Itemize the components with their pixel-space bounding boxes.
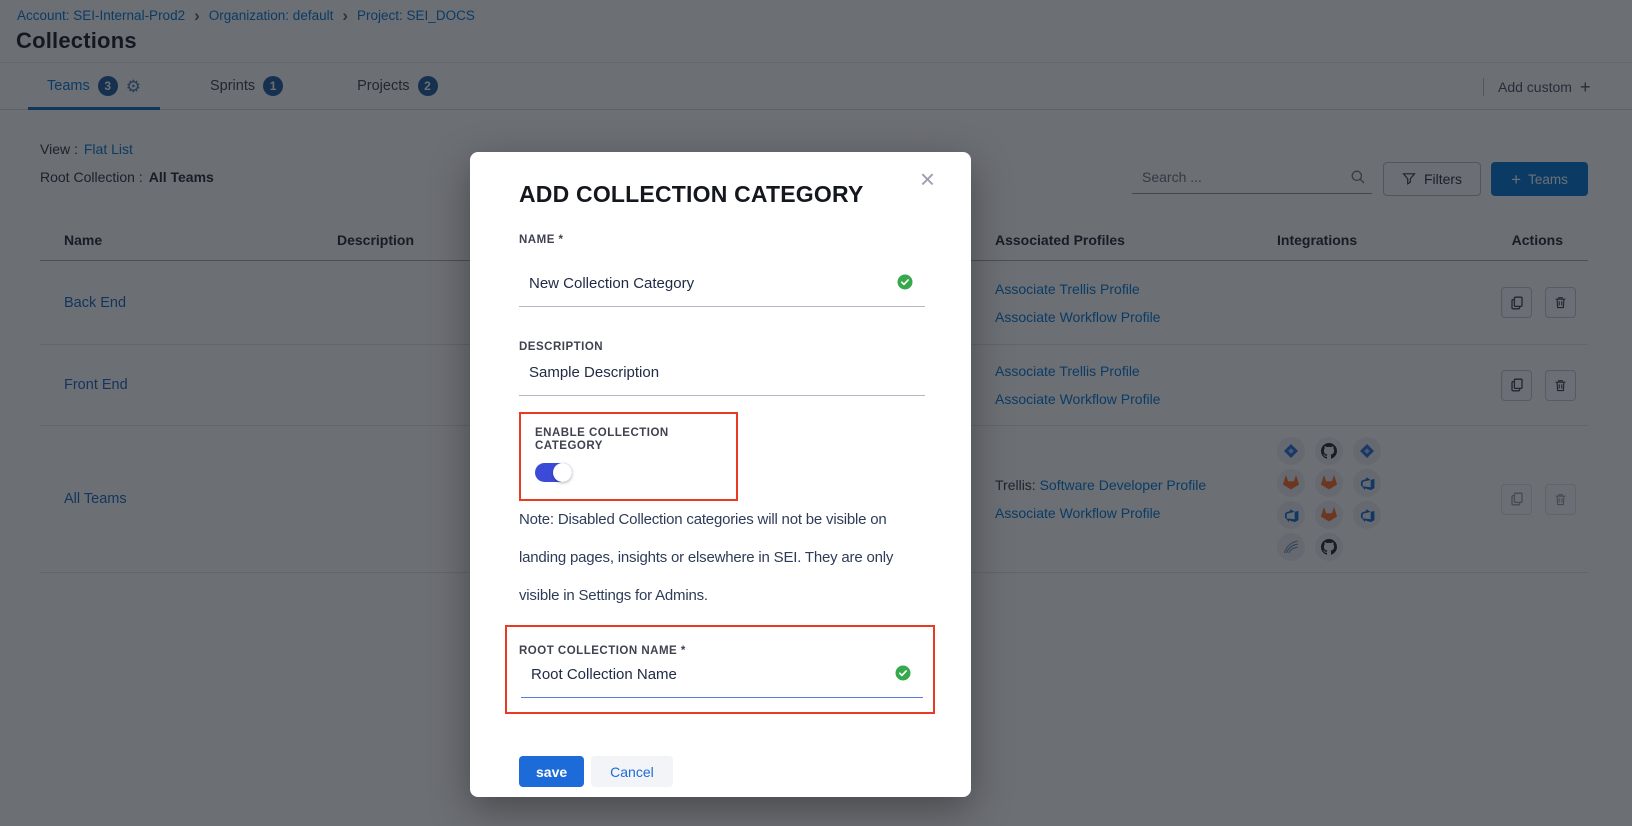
description-input[interactable] [519, 362, 925, 382]
name-input-row [519, 273, 925, 307]
root-collection-input[interactable] [521, 664, 923, 684]
modal-buttons: save Cancel [519, 756, 925, 787]
enable-category-label: ENABLE COLLECTION CATEGORY [535, 427, 722, 453]
cancel-button[interactable]: Cancel [591, 756, 673, 787]
valid-check-icon [895, 665, 911, 681]
root-collection-field-label: ROOT COLLECTION NAME * [519, 645, 923, 658]
enable-category-highlight-box: ENABLE COLLECTION CATEGORY [519, 412, 738, 501]
root-collection-highlight-box: ROOT COLLECTION NAME * [505, 625, 935, 714]
root-collection-input-row [521, 664, 923, 698]
toggle-knob [553, 463, 572, 482]
enable-category-toggle[interactable] [535, 463, 572, 482]
add-collection-category-modal: × ADD COLLECTION CATEGORY NAME * DESCRIP… [470, 152, 971, 797]
description-field-label: DESCRIPTION [519, 341, 925, 354]
name-field-label: NAME * [519, 234, 925, 247]
close-icon[interactable]: × [918, 164, 937, 194]
save-button[interactable]: save [519, 756, 584, 787]
modal-title: ADD COLLECTION CATEGORY [519, 180, 925, 208]
description-input-row [519, 362, 925, 396]
name-input[interactable] [519, 273, 925, 293]
disabled-category-note: Note: Disabled Collection categories wil… [519, 501, 925, 615]
valid-check-icon [897, 274, 913, 290]
